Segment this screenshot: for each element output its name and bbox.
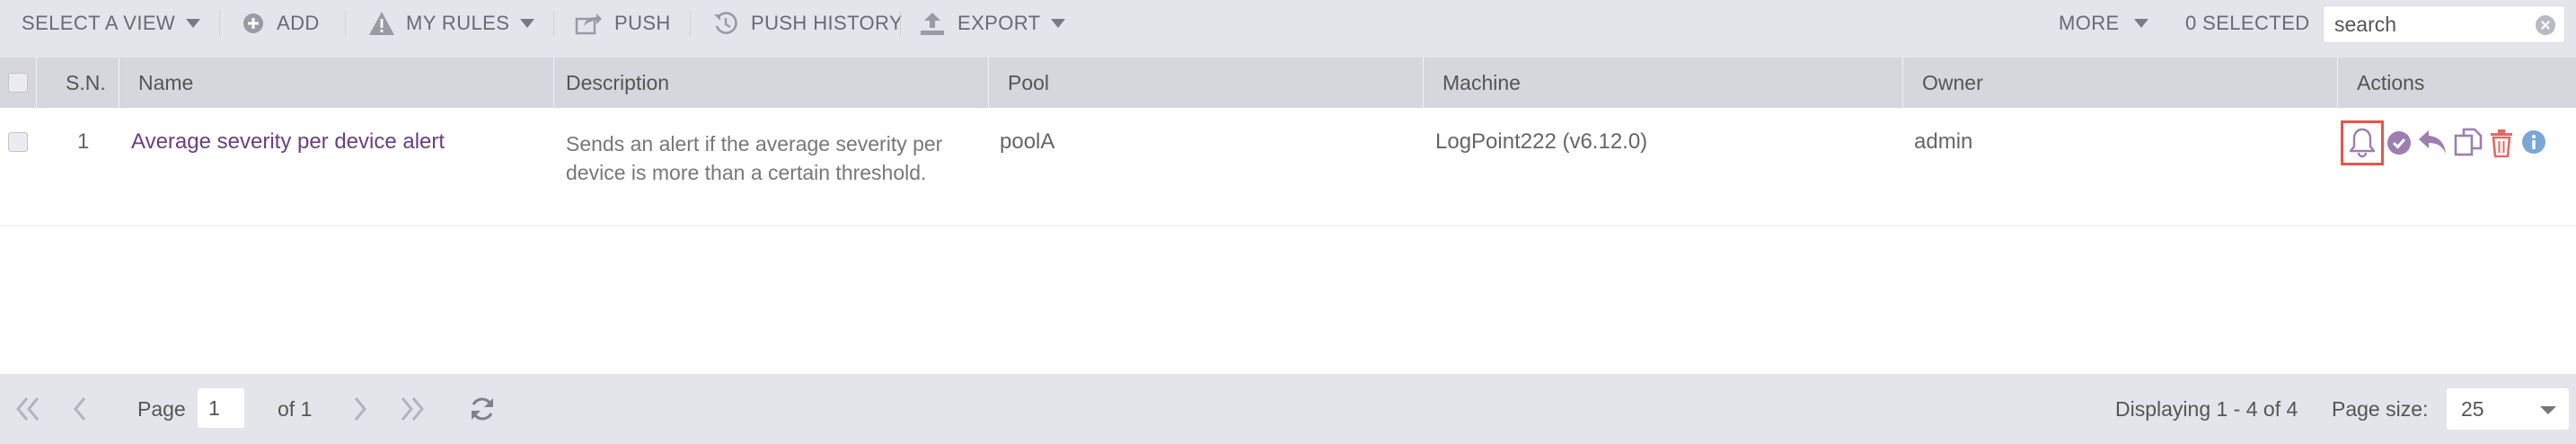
check-circle-icon: [2387, 131, 2411, 155]
row-machine: LogPoint222 (v6.12.0): [1435, 129, 1648, 154]
page-number-field: [198, 388, 244, 428]
bell-icon: [2349, 128, 2376, 158]
chevron-down-icon: [186, 19, 201, 28]
add-button[interactable]: ADD: [243, 0, 320, 47]
column-header-description[interactable]: Description: [566, 58, 669, 108]
export-menu[interactable]: EXPORT: [920, 0, 1066, 47]
refresh-icon: [472, 397, 493, 421]
info-icon: [2522, 130, 2545, 154]
history-icon: [714, 12, 737, 34]
rule-name-link[interactable]: Average severity per device alert: [131, 128, 445, 156]
more-label: MORE: [2059, 12, 2120, 34]
more-menu[interactable]: MORE: [2059, 0, 2148, 47]
activate-action-button[interactable]: [2386, 129, 2413, 156]
column-divider: [2337, 58, 2338, 108]
column-divider: [36, 58, 37, 108]
chevron-down-icon: [2133, 19, 2148, 28]
select-all-checkbox[interactable]: [8, 73, 28, 93]
export-label: EXPORT: [957, 12, 1041, 34]
column-header-name[interactable]: Name: [138, 58, 193, 108]
column-header-owner[interactable]: Owner: [1922, 58, 1983, 108]
page-total-label: of 1: [278, 396, 313, 421]
toolbar-divider: [345, 11, 346, 36]
column-divider: [553, 58, 554, 108]
upload-icon: [921, 13, 944, 35]
page-label: Page: [137, 396, 186, 421]
copy-icon: [2454, 128, 2483, 156]
column-header-machine[interactable]: Machine: [1442, 58, 1521, 108]
push-label: PUSH: [614, 12, 671, 34]
toolbar-divider: [553, 11, 554, 36]
selected-count: 0 SELECTED: [2185, 0, 2310, 47]
double-chevron-right-icon: [401, 397, 424, 421]
delete-action-button[interactable]: [2488, 128, 2515, 158]
toolbar-divider: [900, 11, 901, 36]
refresh-button[interactable]: [469, 374, 496, 444]
column-header-sn[interactable]: S.N.: [66, 58, 106, 108]
pagination-bar: Page of 1 Displaying 1 - 4 of 4 Page siz…: [0, 374, 2576, 444]
toolbar-divider: [690, 11, 691, 36]
page-size-value: 25: [2461, 396, 2484, 421]
info-action-button[interactable]: [2520, 129, 2547, 155]
table-row[interactable]: 1 Average severity per device alert Send…: [0, 108, 2576, 226]
clone-action-button[interactable]: [2452, 126, 2484, 158]
select-view-label: SELECT A VIEW: [22, 12, 176, 34]
chevron-left-icon: [74, 397, 86, 421]
column-divider: [1902, 58, 1903, 108]
selected-count-label: 0 SELECTED: [2185, 12, 2310, 34]
row-pool: poolA: [1000, 129, 1055, 154]
column-divider: [988, 58, 989, 108]
row-checkbox[interactable]: [8, 132, 28, 152]
share-icon: [575, 13, 602, 35]
chevron-down-icon: [520, 19, 535, 28]
row-description: Sends an alert if the average severity p…: [566, 132, 943, 184]
push-button[interactable]: PUSH: [575, 0, 671, 47]
toolbar-divider: [219, 11, 220, 36]
row-owner: admin: [1914, 129, 1973, 154]
toolbar: SELECT A VIEW ADD MY RULES PUSH PUSH HIS…: [0, 0, 2576, 58]
page-number-input[interactable]: [198, 388, 244, 428]
page-size-label: Page size:: [2332, 396, 2429, 421]
search-box: [2323, 5, 2565, 43]
grid-header: S.N. Name Description Pool Machine Owner…: [0, 58, 2576, 108]
chevron-right-icon: [354, 397, 366, 421]
push-history-label: PUSH HISTORY: [751, 12, 904, 34]
next-page-button[interactable]: [352, 374, 368, 444]
first-page-button[interactable]: [14, 374, 41, 444]
column-header-pool[interactable]: Pool: [1008, 58, 1049, 108]
warning-icon: [369, 12, 394, 35]
search-input[interactable]: [2324, 6, 2530, 42]
my-rules-label: MY RULES: [406, 12, 510, 34]
add-label: ADD: [277, 12, 320, 34]
my-rules-menu[interactable]: MY RULES: [368, 0, 535, 47]
reply-icon: [2419, 130, 2446, 154]
clear-search-icon[interactable]: [2536, 15, 2555, 35]
previous-page-button[interactable]: [72, 374, 88, 444]
reply-action-button[interactable]: [2416, 128, 2448, 156]
row-sn: 1: [77, 129, 90, 154]
push-history-button[interactable]: PUSH HISTORY: [713, 0, 903, 47]
column-header-actions: Actions: [2357, 70, 2425, 94]
plus-circle-icon: [243, 13, 263, 33]
trash-icon: [2491, 129, 2512, 157]
column-divider: [1423, 58, 1424, 108]
select-view-menu[interactable]: SELECT A VIEW: [22, 0, 201, 47]
last-page-button[interactable]: [399, 374, 426, 444]
chevron-down-icon: [2540, 406, 2556, 414]
double-chevron-left-icon: [16, 397, 40, 421]
page-size-select[interactable]: 25: [2447, 388, 2569, 430]
chevron-down-icon: [1051, 19, 1066, 28]
displaying-count: Displaying 1 - 4 of 4: [2115, 396, 2298, 421]
alert-action-button[interactable]: [2341, 120, 2384, 165]
